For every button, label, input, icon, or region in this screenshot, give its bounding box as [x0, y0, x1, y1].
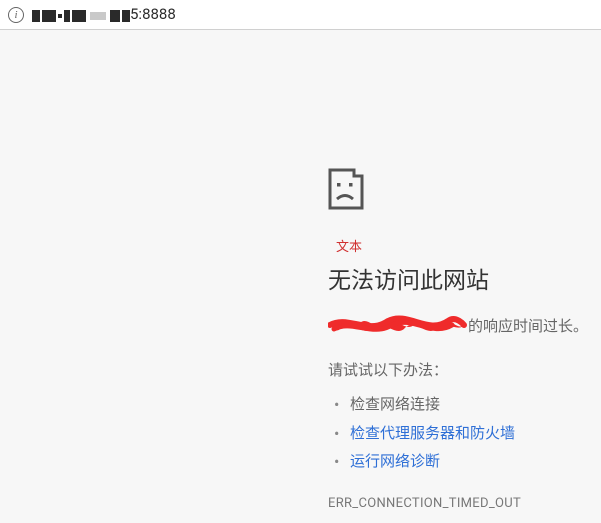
- info-icon[interactable]: i: [8, 7, 24, 23]
- redacted-host-scribble: [328, 313, 468, 337]
- error-content: 文本 无法访问此网站 的响应时间过长。 请试试以下办法： 检查网络连接 检查代理…: [328, 168, 601, 511]
- sad-page-icon: [328, 168, 601, 214]
- suggestion-run-diagnostics[interactable]: 运行网络诊断: [350, 447, 601, 476]
- url-text: 5:8888: [32, 5, 176, 23]
- address-bar[interactable]: i 5:8888: [0, 0, 601, 30]
- error-code: ERR_CONNECTION_TIMED_OUT: [328, 496, 601, 511]
- try-label: 请试试以下办法：: [328, 359, 601, 380]
- suggestion-check-connection: 检查网络连接: [350, 390, 601, 419]
- suggestions-list: 检查网络连接 检查代理服务器和防火墙 运行网络诊断: [328, 390, 601, 476]
- suggestion-check-proxy-firewall[interactable]: 检查代理服务器和防火墙: [350, 419, 601, 448]
- url-visible-suffix: 5:8888: [130, 5, 176, 23]
- text-annotation-label: 文本: [328, 236, 601, 255]
- error-title: 无法访问此网站: [328, 261, 601, 295]
- url-redacted-portion: [32, 8, 130, 24]
- error-message-suffix: 的响应时间过长。: [468, 315, 588, 336]
- error-page: 文本 无法访问此网站 的响应时间过长。 请试试以下办法： 检查网络连接 检查代理…: [0, 30, 601, 523]
- error-message: 的响应时间过长。: [328, 313, 601, 337]
